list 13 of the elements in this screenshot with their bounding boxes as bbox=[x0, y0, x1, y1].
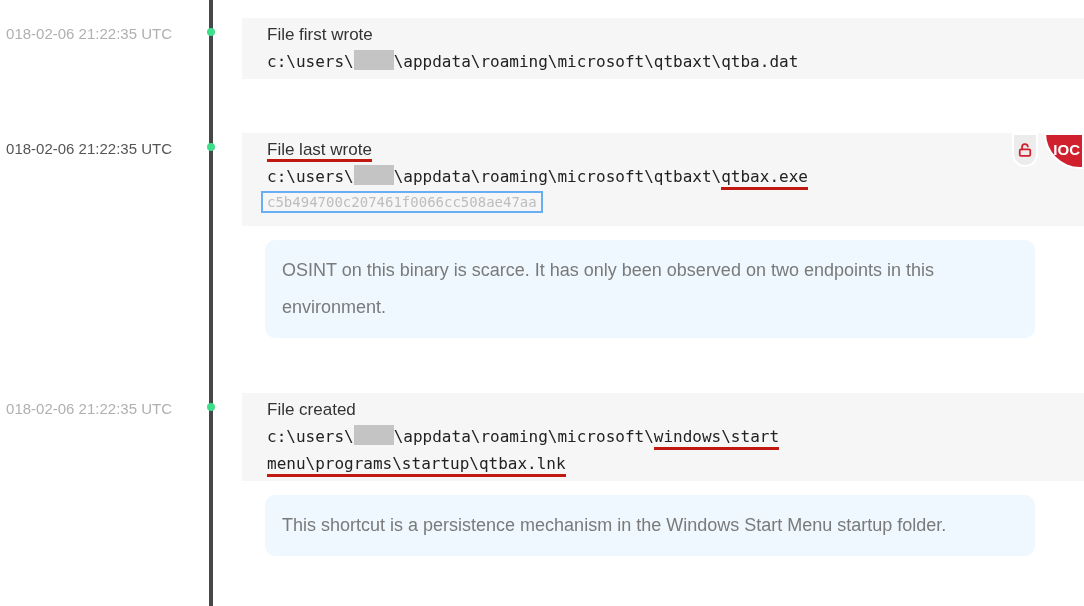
ioc-badge[interactable]: IOC bbox=[1044, 133, 1084, 169]
lock-badge[interactable] bbox=[1012, 133, 1038, 167]
event-timestamp: 018-02-06 21:22:35 UTC bbox=[6, 24, 172, 44]
event-title: File created bbox=[267, 400, 356, 419]
event-timestamp: 018-02-06 21:22:35 UTC bbox=[6, 139, 172, 159]
event-title: File last wrote bbox=[267, 140, 372, 162]
analyst-note: This shortcut is a persistence mechanism in the Windows Start Menu startup folder. bbox=[265, 495, 1035, 556]
event-timestamp: 018-02-06 21:22:35 UTC bbox=[6, 399, 172, 419]
event-title: File first wrote bbox=[267, 25, 373, 44]
unlock-icon bbox=[1018, 143, 1032, 157]
analyst-note: OSINT on this binary is scarce. It has only been observed on two endpoints in this environment. bbox=[265, 240, 1035, 338]
file-path: c:\users\ \appdata\roaming\microsoft\windows\start menu\programs\startup\qtbax.lnk bbox=[267, 423, 1080, 477]
file-path: c:\users\ \appdata\roaming\microsoft\qtbaxt\qtba.dat bbox=[267, 49, 800, 73]
